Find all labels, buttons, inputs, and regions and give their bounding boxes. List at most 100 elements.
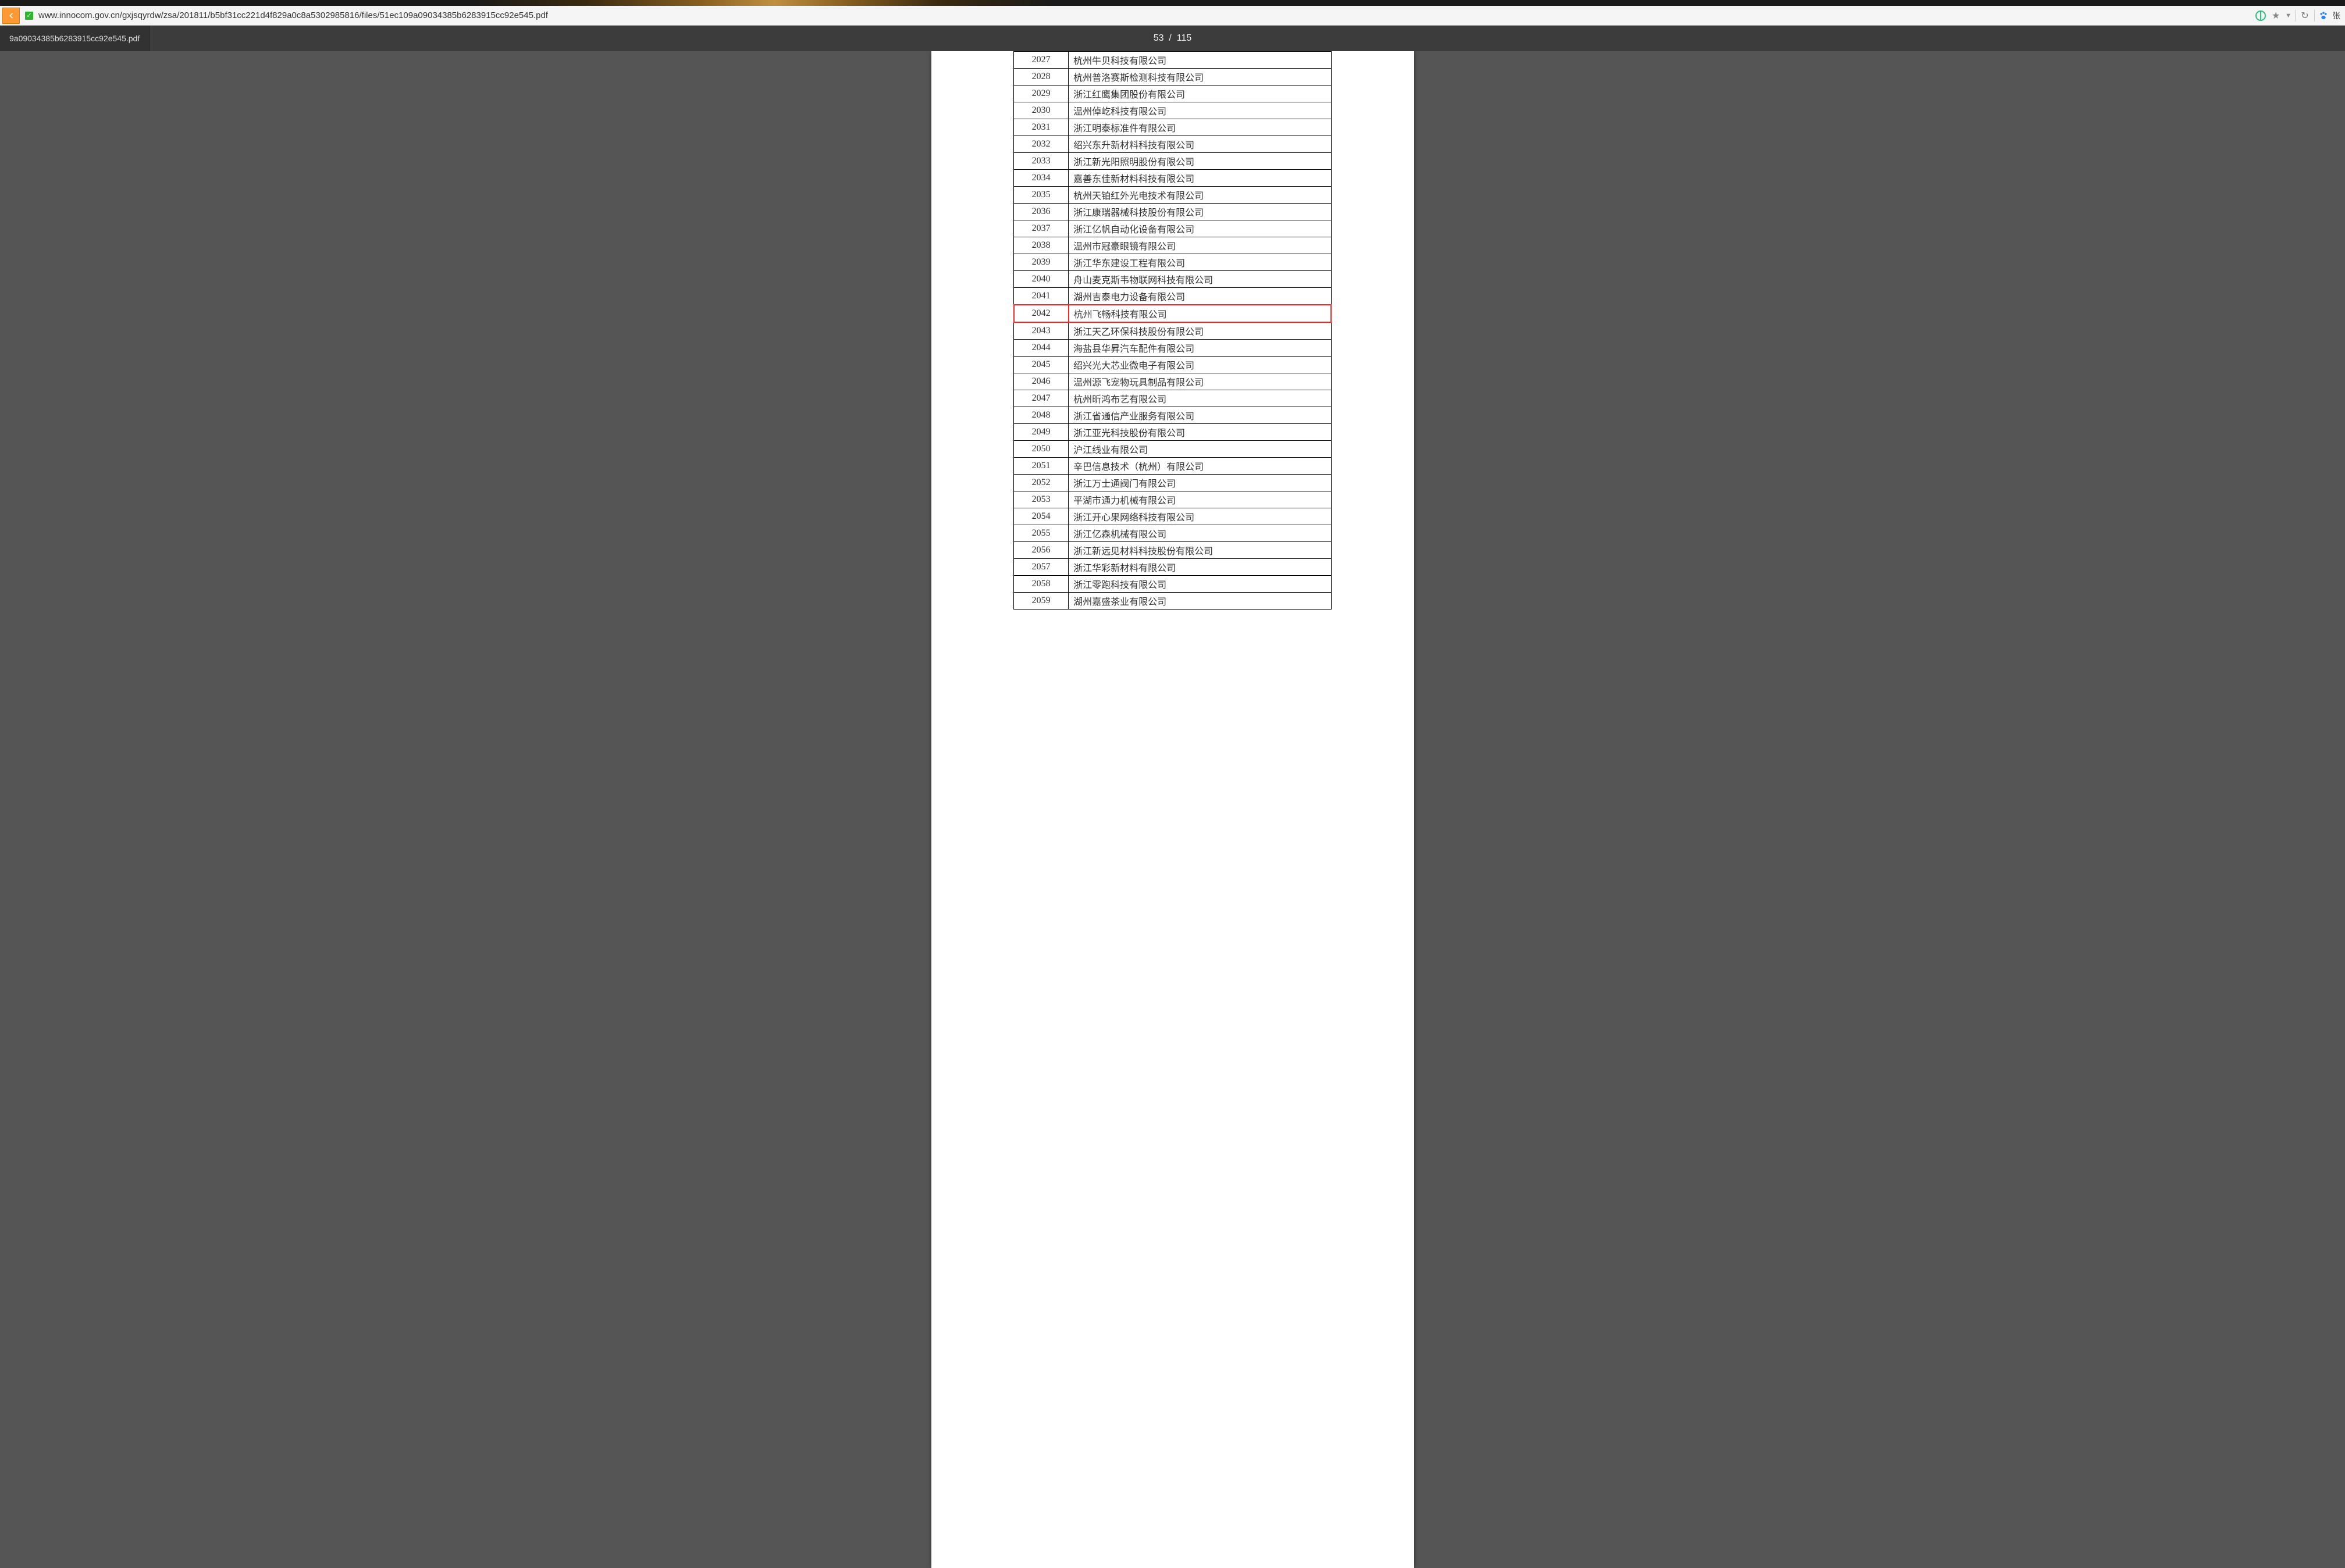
row-number: 2029: [1014, 85, 1069, 102]
row-number: 2047: [1014, 390, 1069, 407]
row-number: 2044: [1014, 340, 1069, 357]
table-row: 2039浙江华东建设工程有限公司: [1014, 254, 1332, 271]
table-row: 2033浙江新光阳照明股份有限公司: [1014, 153, 1332, 170]
row-number: 2031: [1014, 119, 1069, 136]
company-name: 杭州牛贝科技有限公司: [1069, 52, 1332, 69]
table-row: 2051辛巴信息技术（杭州）有限公司: [1014, 458, 1332, 475]
row-number: 2052: [1014, 475, 1069, 491]
pdf-tab-title: 9a09034385b6283915cc92e545.pdf: [9, 34, 140, 43]
site-secure-icon: ✓: [24, 11, 34, 20]
company-name: 浙江亚光科技股份有限公司: [1069, 424, 1332, 441]
address-bar-row: ✓ www.innocom.gov.cn/gxjsqyrdw/zsa/20181…: [0, 6, 2345, 26]
table-row: 2030温州倬屹科技有限公司: [1014, 102, 1332, 119]
company-name: 平湖市通力机械有限公司: [1069, 491, 1332, 508]
row-number: 2042: [1014, 305, 1069, 322]
table-row: 2041湖州吉泰电力设备有限公司: [1014, 288, 1332, 305]
current-page[interactable]: 53: [1154, 33, 1164, 43]
row-number: 2051: [1014, 458, 1069, 475]
company-name: 浙江明泰标准件有限公司: [1069, 119, 1332, 136]
table-row: 2036浙江康瑞器械科技股份有限公司: [1014, 204, 1332, 220]
baidu-paw-icon[interactable]: [2318, 10, 2329, 21]
company-name: 浙江零跑科技有限公司: [1069, 576, 1332, 593]
company-name: 浙江万士通阀门有限公司: [1069, 475, 1332, 491]
table-row: 2038温州市冠豪眼镜有限公司: [1014, 237, 1332, 254]
table-row: 2050沪江线业有限公司: [1014, 441, 1332, 458]
table-row: 2058浙江零跑科技有限公司: [1014, 576, 1332, 593]
table-row: 2047杭州昕鸿布艺有限公司: [1014, 390, 1332, 407]
row-number: 2054: [1014, 508, 1069, 525]
table-row: 2054浙江开心果网络科技有限公司: [1014, 508, 1332, 525]
separator: [2314, 10, 2315, 22]
table-row: 2035杭州天铂红外光电技术有限公司: [1014, 187, 1332, 204]
company-name: 浙江亿森机械有限公司: [1069, 525, 1332, 542]
row-number: 2059: [1014, 593, 1069, 610]
company-name: 辛巴信息技术（杭州）有限公司: [1069, 458, 1332, 475]
dropdown-caret-icon[interactable]: ▼: [2285, 12, 2291, 19]
user-label[interactable]: 张: [2332, 10, 2340, 22]
bookmark-star-icon[interactable]: ★: [2270, 10, 2282, 22]
table-row: 2043浙江天乙环保科技股份有限公司: [1014, 322, 1332, 340]
extension-globe-icon[interactable]: [2255, 10, 2266, 22]
reload-icon[interactable]: ↻: [2299, 10, 2311, 22]
table-row: 2045绍兴光大芯业微电子有限公司: [1014, 357, 1332, 373]
company-name: 浙江华彩新材料有限公司: [1069, 559, 1332, 576]
company-name: 浙江红鹰集团股份有限公司: [1069, 85, 1332, 102]
row-number: 2039: [1014, 254, 1069, 271]
company-name: 浙江天乙环保科技股份有限公司: [1069, 322, 1332, 340]
company-name: 绍兴光大芯业微电子有限公司: [1069, 357, 1332, 373]
company-name: 沪江线业有限公司: [1069, 441, 1332, 458]
row-number: 2041: [1014, 288, 1069, 305]
table-row: 2027杭州牛贝科技有限公司: [1014, 52, 1332, 69]
company-name: 浙江亿帆自动化设备有限公司: [1069, 220, 1332, 237]
table-row: 2053平湖市通力机械有限公司: [1014, 491, 1332, 508]
table-row: 2056浙江新远见材料科技股份有限公司: [1014, 542, 1332, 559]
company-name: 杭州普洛赛斯检测科技有限公司: [1069, 69, 1332, 85]
table-row: 2040舟山麦克斯韦物联网科技有限公司: [1014, 271, 1332, 288]
url-display[interactable]: www.innocom.gov.cn/gxjsqyrdw/zsa/201811/…: [38, 10, 2253, 20]
company-table: 2027杭州牛贝科技有限公司2028杭州普洛赛斯检测科技有限公司2029浙江红鹰…: [1013, 51, 1332, 610]
company-name: 海盐县华昇汽车配件有限公司: [1069, 340, 1332, 357]
table-row: 2049浙江亚光科技股份有限公司: [1014, 424, 1332, 441]
company-name: 温州倬屹科技有限公司: [1069, 102, 1332, 119]
row-number: 2032: [1014, 136, 1069, 153]
table-row: 2055浙江亿森机械有限公司: [1014, 525, 1332, 542]
page-indicator: 53 / 115: [1154, 33, 1192, 44]
company-name: 浙江新远见材料科技股份有限公司: [1069, 542, 1332, 559]
table-row: 2031浙江明泰标准件有限公司: [1014, 119, 1332, 136]
company-name: 绍兴东升新材料科技有限公司: [1069, 136, 1332, 153]
company-name: 浙江华东建设工程有限公司: [1069, 254, 1332, 271]
company-name: 杭州天铂红外光电技术有限公司: [1069, 187, 1332, 204]
table-row: 2034嘉善东佳新材料科技有限公司: [1014, 170, 1332, 187]
row-number: 2050: [1014, 441, 1069, 458]
back-button[interactable]: [2, 8, 20, 24]
row-number: 2037: [1014, 220, 1069, 237]
company-name: 浙江省通信产业服务有限公司: [1069, 407, 1332, 424]
row-number: 2027: [1014, 52, 1069, 69]
row-number: 2034: [1014, 170, 1069, 187]
row-number: 2033: [1014, 153, 1069, 170]
pdf-document-area[interactable]: 2027杭州牛贝科技有限公司2028杭州普洛赛斯检测科技有限公司2029浙江红鹰…: [0, 51, 2345, 1568]
pdf-page: 2027杭州牛贝科技有限公司2028杭州普洛赛斯检测科技有限公司2029浙江红鹰…: [931, 51, 1414, 1568]
table-row: 2032绍兴东升新材料科技有限公司: [1014, 136, 1332, 153]
row-number: 2043: [1014, 322, 1069, 340]
company-name: 温州源飞宠物玩具制品有限公司: [1069, 373, 1332, 390]
table-row: 2046温州源飞宠物玩具制品有限公司: [1014, 373, 1332, 390]
row-number: 2046: [1014, 373, 1069, 390]
row-number: 2030: [1014, 102, 1069, 119]
separator: [2295, 10, 2296, 22]
table-row: 2052浙江万士通阀门有限公司: [1014, 475, 1332, 491]
pdf-toolbar: 9a09034385b6283915cc92e545.pdf 53 / 115: [0, 26, 2345, 51]
row-number: 2055: [1014, 525, 1069, 542]
company-name: 杭州飞畅科技有限公司: [1069, 305, 1332, 322]
pdf-tab[interactable]: 9a09034385b6283915cc92e545.pdf: [0, 26, 150, 51]
company-name: 嘉善东佳新材料科技有限公司: [1069, 170, 1332, 187]
window-top-strip: [0, 0, 2345, 6]
row-number: 2057: [1014, 559, 1069, 576]
row-number: 2056: [1014, 542, 1069, 559]
company-name: 温州市冠豪眼镜有限公司: [1069, 237, 1332, 254]
table-row: 2059湖州嘉盛茶业有限公司: [1014, 593, 1332, 610]
company-name: 浙江开心果网络科技有限公司: [1069, 508, 1332, 525]
row-number: 2053: [1014, 491, 1069, 508]
table-row: 2048浙江省通信产业服务有限公司: [1014, 407, 1332, 424]
table-row: 2057浙江华彩新材料有限公司: [1014, 559, 1332, 576]
